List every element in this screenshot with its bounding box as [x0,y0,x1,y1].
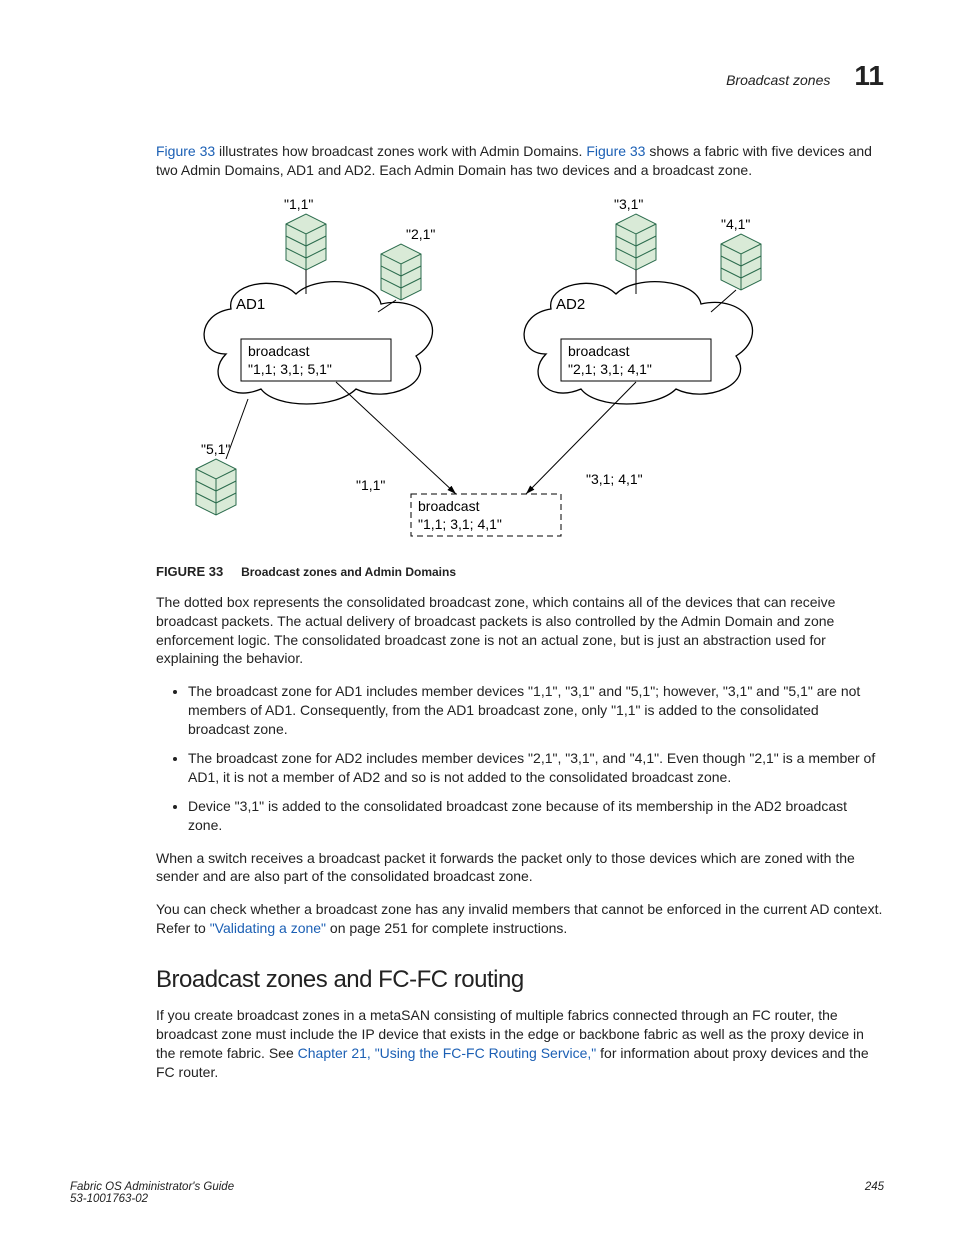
chapter-number: 11 [854,60,884,92]
paragraph-dotted-box: The dotted box represents the consolidat… [156,593,884,669]
consolidated-broadcast-members: "1,1; 3,1; 4,1" [418,516,502,532]
footer-doc-title: Fabric OS Administrator's Guide [70,1181,234,1193]
ad1-broadcast-members: "1,1; 3,1; 5,1" [248,361,332,377]
ad2-broadcast-label: broadcast [568,343,630,359]
arrow-left-label: "1,1" [356,477,385,493]
server-4-1-label: "4,1" [721,216,750,232]
server-1-1-label: "1,1" [284,196,313,212]
server-4-1-icon [721,234,761,290]
page-header: Broadcast zones 11 [70,60,884,92]
list-item: The broadcast zone for AD1 includes memb… [188,682,884,739]
figure-link-2[interactable]: Figure 33 [586,143,645,159]
content-column: Figure 33 illustrates how broadcast zone… [156,142,884,1082]
ad2-broadcast-members: "2,1; 3,1; 4,1" [568,361,652,377]
list-item: Device "3,1" is added to the consolidate… [188,797,884,835]
intro-paragraph: Figure 33 illustrates how broadcast zone… [156,142,884,180]
server-2-1-icon [381,244,421,300]
server-3-1-label: "3,1" [614,196,643,212]
header-section-title: Broadcast zones [726,72,830,88]
footer-doc-number: 53-1001763-02 [70,1193,234,1205]
page-footer: Fabric OS Administrator's Guide 53-10017… [70,1181,884,1205]
bullet-list: The broadcast zone for AD1 includes memb… [156,682,884,834]
paragraph-fcfc: If you create broadcast zones in a metaS… [156,1006,884,1082]
page: Broadcast zones 11 Figure 33 illustrates… [0,0,954,1235]
server-5-1-icon [196,459,236,515]
server-3-1-icon [616,214,656,270]
chapter-21-link[interactable]: Chapter 21, "Using the FC-FC Routing Ser… [298,1045,597,1061]
paragraph-validate-zone: You can check whether a broadcast zone h… [156,900,884,938]
footer-page-number: 245 [865,1181,884,1205]
figure-label: FIGURE 33 [156,564,223,579]
server-2-1-label: "2,1" [406,226,435,242]
server-1-1-icon [286,214,326,270]
list-item: The broadcast zone for AD2 includes memb… [188,749,884,787]
para4-text-b: on page 251 for complete instructions. [326,920,567,936]
intro-text-1a: illustrates how broadcast zones work wit… [215,143,586,159]
server-5-1-label: "5,1" [201,441,230,457]
footer-left: Fabric OS Administrator's Guide 53-10017… [70,1181,234,1205]
paragraph-switch-broadcast: When a switch receives a broadcast packe… [156,849,884,887]
consolidated-broadcast-label: broadcast [418,498,480,514]
validating-zone-link[interactable]: "Validating a zone" [210,920,326,936]
section-heading-fcfc: Broadcast zones and FC-FC routing [156,966,884,994]
figure-link-1[interactable]: Figure 33 [156,143,215,159]
ad1-broadcast-label: broadcast [248,343,310,359]
arrow-right-label: "3,1; 4,1" [586,471,643,487]
figure-caption: FIGURE 33 Broadcast zones and Admin Doma… [156,563,884,579]
figure-caption-text: Broadcast zones and Admin Domains [241,565,456,579]
ad2-label: AD2 [556,296,585,313]
ad1-label: AD1 [236,296,265,313]
figure-diagram: AD1 broadcast "1,1; 3,1; 5,1" AD2 broadc… [166,194,806,557]
